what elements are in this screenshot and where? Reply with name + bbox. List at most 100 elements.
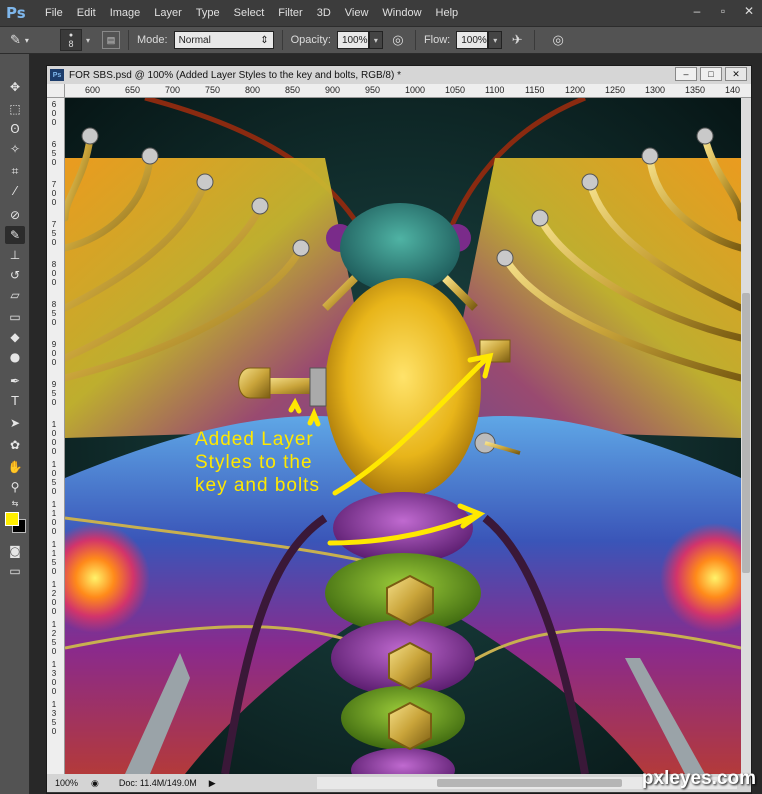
- menu-view[interactable]: View: [338, 0, 376, 26]
- marquee-tool-icon[interactable]: ⬚: [5, 100, 25, 118]
- mode-value: Normal: [178, 34, 211, 46]
- brush-panel-toggle-icon[interactable]: ▤: [102, 31, 120, 49]
- mode-select[interactable]: Normal ⇕: [173, 31, 274, 49]
- ruler-label: 700: [165, 85, 181, 95]
- ruler-label: 650: [125, 85, 141, 95]
- close-icon[interactable]: ✕: [736, 0, 762, 22]
- crop-tool-icon[interactable]: ⌗: [5, 162, 25, 180]
- swap-colors-icon[interactable]: ⇆: [5, 494, 25, 512]
- ruler-label: 900: [51, 340, 57, 367]
- chevron-down-icon: ▾: [24, 35, 29, 45]
- minimize-icon[interactable]: –: [684, 0, 710, 22]
- path-selection-tool-icon[interactable]: ➤: [5, 414, 25, 432]
- menu-select[interactable]: Select: [227, 0, 272, 26]
- ruler-label: 1050: [51, 460, 57, 496]
- ruler-label: 750: [205, 85, 221, 95]
- maximize-icon[interactable]: □: [700, 67, 722, 81]
- ruler-label: 850: [51, 300, 57, 327]
- status-info-icon[interactable]: ◉: [91, 778, 99, 789]
- flow-slider-button[interactable]: ▾: [488, 31, 503, 49]
- history-brush-tool-icon[interactable]: ↺: [5, 266, 25, 284]
- zoom-level[interactable]: 100%: [47, 778, 87, 788]
- brush-tip-icon: ●: [68, 31, 74, 39]
- hand-tool-icon[interactable]: ✋: [5, 458, 25, 476]
- airbrush-icon[interactable]: ✈: [508, 31, 526, 49]
- document-size: Doc: 11.4M/149.0M: [118, 778, 197, 788]
- image-canvas[interactable]: Added Layer Styles to the key and bolts: [65, 98, 741, 774]
- window-controls: – ▫ ✕: [684, 0, 762, 22]
- menu-bar: Ps File Edit Image Layer Type Select Fil…: [0, 0, 762, 26]
- chevron-down-icon[interactable]: ▾: [82, 29, 94, 51]
- quick-mask-icon[interactable]: ◙: [5, 542, 25, 560]
- document-title-bar[interactable]: Ps FOR SBS.psd @ 100% (Added Layer Style…: [47, 66, 751, 84]
- magic-wand-tool-icon[interactable]: ✧: [5, 140, 25, 158]
- menu-3d[interactable]: 3D: [310, 0, 338, 26]
- status-menu-arrow-icon[interactable]: ▶: [209, 778, 216, 789]
- brush-size-value: 8: [68, 38, 74, 49]
- ruler-label: 700: [51, 180, 57, 207]
- menu-help[interactable]: Help: [429, 0, 466, 26]
- screen-mode-icon[interactable]: ▭: [5, 562, 25, 580]
- brush-preset-picker[interactable]: ● 8: [60, 29, 82, 51]
- ruler-label: 1350: [685, 85, 706, 95]
- menu-file[interactable]: File: [38, 0, 70, 26]
- blur-tool-icon[interactable]: ◆: [5, 328, 25, 346]
- horizontal-scroll-thumb[interactable]: [437, 779, 622, 787]
- vertical-ruler[interactable]: 600 650 700 750 800 850 900 950 1000 105…: [47, 98, 65, 774]
- ruler-label: 1250: [605, 85, 626, 95]
- options-bar: ✎ ▾ ● 8 ▾ ▤ Mode: Normal ⇕ Opacity: 100%…: [0, 26, 762, 54]
- ruler-label: 1150: [51, 540, 57, 576]
- ruler-label: 850: [285, 85, 301, 95]
- watermark: pxleyes.com: [641, 768, 756, 789]
- foreground-color-swatch[interactable]: [5, 512, 19, 526]
- ruler-label: 1350: [51, 700, 57, 736]
- ruler-label: 1200: [51, 580, 57, 616]
- annotation-line-2: Styles to the: [195, 452, 313, 473]
- menu-edit[interactable]: Edit: [70, 0, 103, 26]
- pen-tool-icon[interactable]: ✒: [5, 372, 25, 390]
- maximize-icon[interactable]: ▫: [710, 0, 736, 22]
- ruler-label: 1250: [51, 620, 57, 656]
- menu-filter[interactable]: Filter: [271, 0, 309, 26]
- horizontal-ruler[interactable]: 600 650 700 750 800 850 900 950 1000 105…: [65, 84, 751, 98]
- ruler-label: 1050: [445, 85, 466, 95]
- opacity-slider-button[interactable]: ▾: [368, 31, 383, 49]
- healing-brush-tool-icon[interactable]: ⊘: [5, 206, 25, 224]
- vertical-scroll-thumb[interactable]: [742, 293, 750, 573]
- flow-field[interactable]: 100%: [456, 31, 489, 49]
- gradient-tool-icon[interactable]: ▭: [5, 308, 25, 326]
- document-window: Ps FOR SBS.psd @ 100% (Added Layer Style…: [46, 65, 752, 794]
- opacity-field[interactable]: 100%: [336, 31, 369, 49]
- pressure-opacity-icon[interactable]: ◎: [389, 31, 407, 49]
- document-title: FOR SBS.psd @ 100% (Added Layer Styles t…: [69, 69, 401, 81]
- ruler-label: 600: [85, 85, 101, 95]
- tools-panel: ✥ ⬚ ʘ ✧ ⌗ ⁄ ⊘ ✎ ⊥ ↺ ▱ ▭ ◆ ● ✒ T ➤ ✿ ✋ ⚲ …: [0, 54, 30, 794]
- clone-stamp-tool-icon[interactable]: ⊥: [5, 246, 25, 264]
- photoshop-logo: Ps: [6, 4, 26, 22]
- vertical-scrollbar[interactable]: [741, 98, 751, 774]
- annotation-line-3: key and bolts: [195, 475, 320, 496]
- ruler-label: 1200: [565, 85, 586, 95]
- steampunk-butterfly-artwork: [65, 98, 741, 774]
- ruler-label: 1300: [51, 660, 57, 696]
- move-tool-icon[interactable]: ✥: [5, 78, 25, 96]
- menu-layer[interactable]: Layer: [147, 0, 189, 26]
- ruler-origin[interactable]: [47, 84, 65, 98]
- lasso-tool-icon[interactable]: ʘ: [5, 120, 25, 138]
- ruler-label: 1000: [51, 420, 57, 456]
- type-tool-icon[interactable]: T: [5, 392, 25, 410]
- tool-preset-picker[interactable]: ✎ ▾: [10, 29, 50, 51]
- menu-image[interactable]: Image: [103, 0, 148, 26]
- minimize-icon[interactable]: –: [675, 67, 697, 81]
- ruler-label: 800: [51, 260, 57, 287]
- close-icon[interactable]: ✕: [725, 67, 747, 81]
- shape-tool-icon[interactable]: ✿: [5, 436, 25, 454]
- menu-window[interactable]: Window: [375, 0, 428, 26]
- pressure-size-icon[interactable]: ◎: [549, 31, 567, 49]
- brush-tool-icon[interactable]: ✎: [5, 226, 25, 244]
- menu-type[interactable]: Type: [189, 0, 227, 26]
- eraser-tool-icon[interactable]: ▱: [5, 286, 25, 304]
- dodge-tool-icon[interactable]: ●: [5, 348, 25, 366]
- flow-label: Flow:: [423, 34, 451, 46]
- eyedropper-tool-icon[interactable]: ⁄: [5, 182, 25, 200]
